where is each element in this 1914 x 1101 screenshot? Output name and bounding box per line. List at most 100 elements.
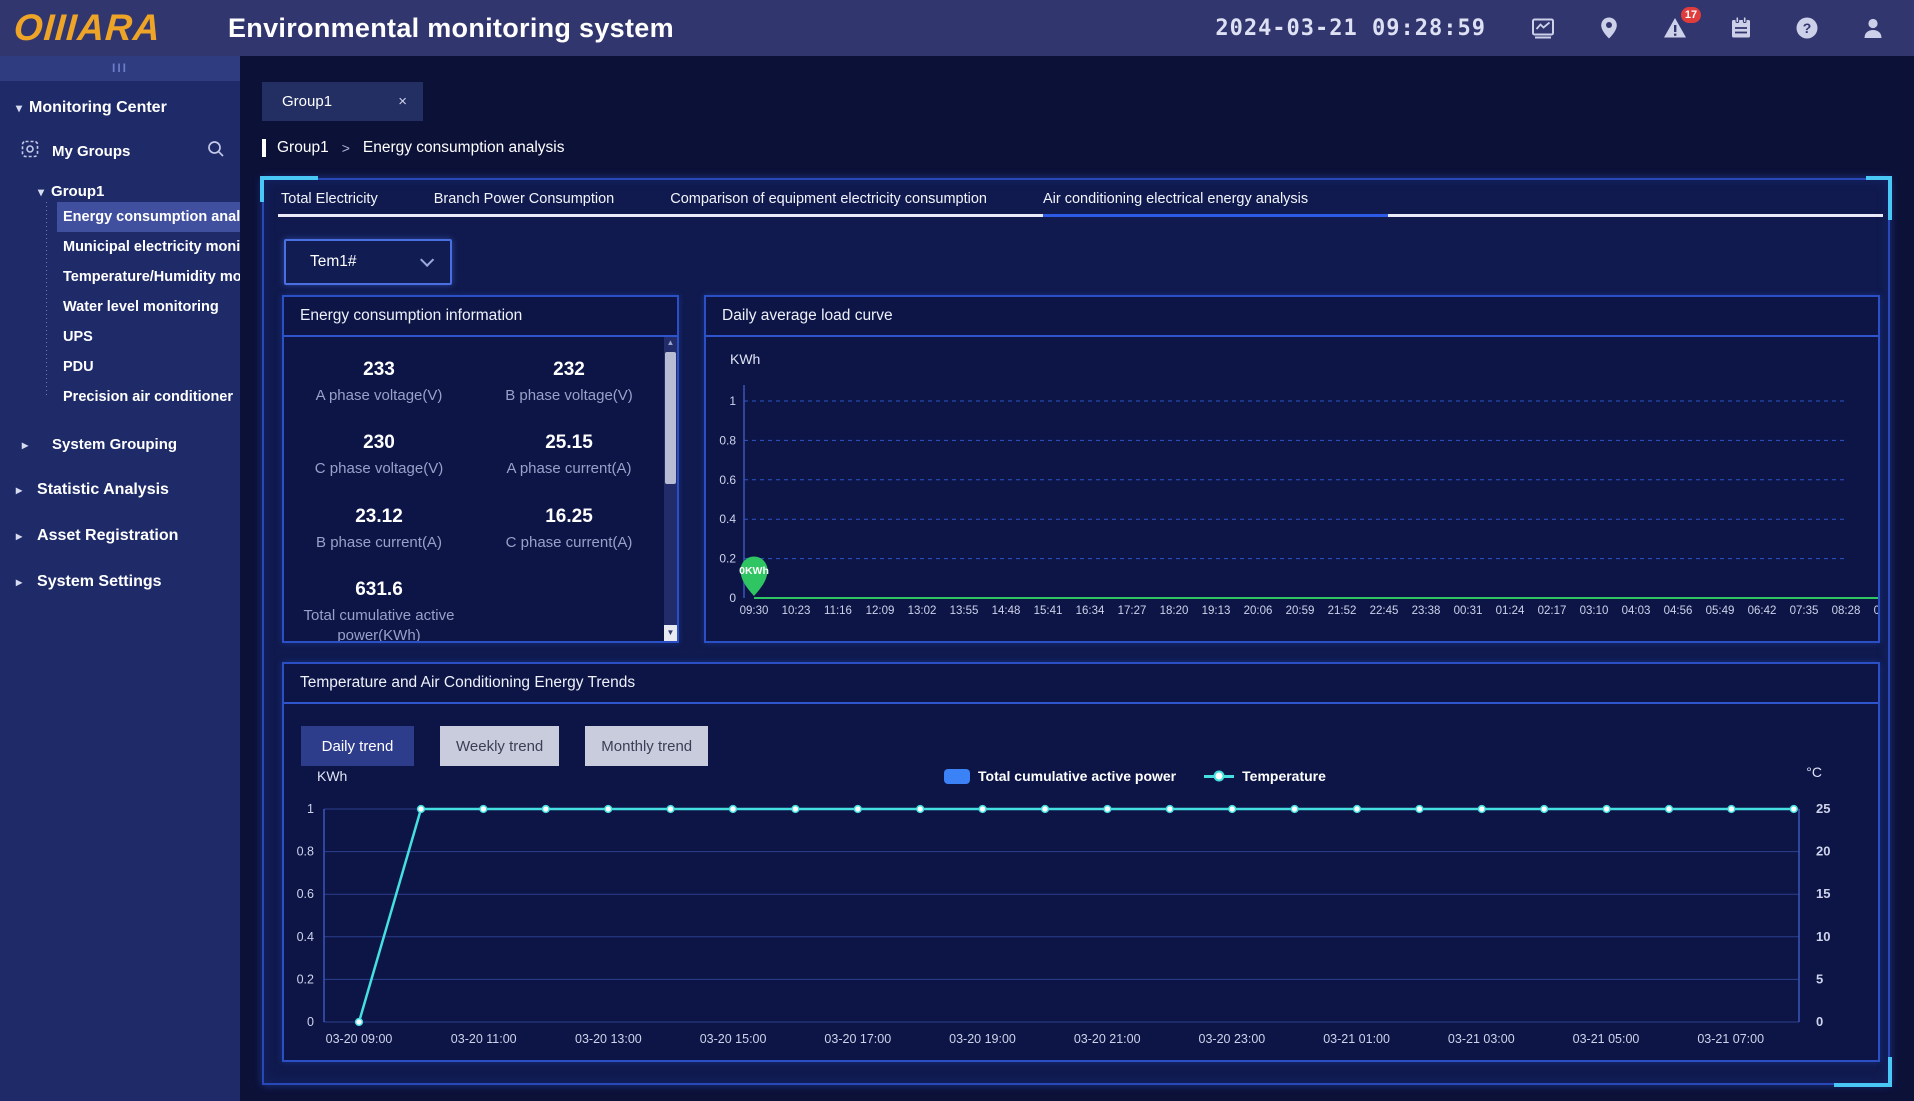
metric: 233A phase voltage(V)	[284, 359, 474, 406]
tab-branch-power-consumption[interactable]: Branch Power Consumption	[434, 180, 649, 217]
app-header: OIIIARA Environmental monitoring system …	[0, 0, 1914, 56]
legend-line-swatch	[1204, 775, 1234, 778]
sidebar-item-asset-registration[interactable]: ▸Asset Registration	[16, 527, 240, 545]
user-icon[interactable]	[1860, 15, 1886, 41]
tab-air-conditioning-electrical-energy-analysis[interactable]: Air conditioning electrical energy analy…	[1043, 180, 1342, 217]
main-container: Total Electricity Branch Power Consumptio…	[262, 178, 1890, 1085]
svg-text:21:52: 21:52	[1328, 605, 1357, 617]
svg-text:0: 0	[729, 591, 736, 605]
svg-text:1: 1	[729, 394, 736, 408]
weekly-trend-button[interactable]: Weekly trend	[440, 726, 559, 766]
sidebar-item-water-level-monitoring[interactable]: Water level monitoring	[57, 292, 240, 322]
chevron-right-icon: ▸	[16, 529, 22, 543]
svg-text:0KWh: 0KWh	[739, 565, 769, 577]
metric-label: B phase current(A)	[287, 533, 472, 553]
sidebar-item-group1[interactable]: ▾ Group1	[38, 183, 240, 200]
svg-text:11:16: 11:16	[824, 605, 852, 617]
svg-text:03-20 19:00: 03-20 19:00	[949, 1032, 1016, 1046]
sidebar-item-statistic-analysis[interactable]: ▸Statistic Analysis	[16, 481, 240, 499]
tab-comparison-of-equipment-electricity-consumption[interactable]: Comparison of equipment electricity cons…	[670, 180, 1021, 217]
svg-text:20:59: 20:59	[1286, 605, 1315, 617]
svg-text:10:23: 10:23	[782, 605, 811, 617]
sidebar-item-label: System Settings	[37, 573, 161, 591]
svg-text:03-20 13:00: 03-20 13:00	[575, 1032, 642, 1046]
tab-chip-label: Group1	[282, 93, 332, 110]
svg-text:03-20 17:00: 03-20 17:00	[824, 1032, 891, 1046]
trend-panel-title: Temperature and Air Conditioning Energy …	[284, 664, 1878, 704]
svg-text:01:24: 01:24	[1496, 605, 1525, 617]
legend-item[interactable]: Temperature	[1204, 768, 1326, 784]
calendar-icon[interactable]	[1728, 15, 1754, 41]
sidebar-item-system-settings[interactable]: ▸System Settings	[16, 573, 240, 591]
scroll-down-icon[interactable]: ▼	[664, 625, 677, 641]
svg-text:19:13: 19:13	[1202, 605, 1231, 617]
daily-trend-button[interactable]: Daily trend	[301, 726, 414, 766]
svg-text:04:56: 04:56	[1664, 605, 1693, 617]
device-select-value: Tem1#	[310, 253, 357, 271]
metric-label: C phase voltage(V)	[287, 459, 472, 479]
metric: 230C phase voltage(V)	[284, 432, 474, 479]
metric-value: 233	[284, 359, 474, 381]
svg-text:1: 1	[307, 802, 314, 816]
sidebar-item-pdu[interactable]: PDU	[57, 352, 240, 382]
sidebar-item-system-grouping[interactable]: ▸ System Grouping	[22, 436, 240, 453]
scrollbar-thumb[interactable]	[665, 352, 676, 484]
sidebar-item-municipal-electricity-monit[interactable]: Municipal electricity monit	[57, 232, 240, 262]
svg-text:03-20 15:00: 03-20 15:00	[700, 1032, 767, 1046]
left-axis-unit: KWh	[317, 768, 347, 784]
sidebar-item-energy-consumption-analy[interactable]: Energy consumption analy	[57, 202, 240, 232]
svg-text:00:31: 00:31	[1454, 605, 1483, 617]
svg-text:09:21: 09:21	[1874, 605, 1878, 617]
sidebar-item-monitoring-center[interactable]: ▾ Monitoring Center	[16, 99, 240, 117]
close-icon[interactable]: ×	[398, 93, 407, 110]
sidebar-item-precision-air-conditioner[interactable]: Precision air conditioner	[57, 382, 240, 412]
legend-dot	[1214, 771, 1225, 782]
page-title: Environmental monitoring system	[228, 13, 674, 44]
svg-text:0.6: 0.6	[297, 887, 314, 901]
svg-text:16:34: 16:34	[1076, 605, 1105, 617]
metric-value: 232	[474, 359, 664, 381]
metric-label: A phase current(A)	[477, 459, 662, 479]
trend-range-buttons: Daily trend Weekly trend Monthly trend	[301, 726, 708, 766]
sidebar-item-temperature-humidity-mo[interactable]: Temperature/Humidity mo	[57, 262, 240, 292]
monitor-icon[interactable]	[1530, 15, 1556, 41]
metric: 631.6Total cumulative active power(KWh)	[284, 579, 474, 641]
location-icon[interactable]	[1596, 15, 1622, 41]
chevron-right-icon: ▸	[22, 438, 28, 452]
legend-swatch	[944, 769, 970, 784]
alert-icon[interactable]: 17	[1662, 15, 1688, 41]
svg-text:20: 20	[1816, 844, 1830, 859]
panel-scrollbar[interactable]: ▲ ▼	[664, 337, 677, 641]
sidebar-collapse-handle[interactable]: III	[0, 56, 240, 81]
temperature-line	[359, 809, 1794, 1022]
tree-connector	[46, 202, 47, 398]
clock: 2024-03-21 09:28:59	[1215, 16, 1486, 41]
monthly-trend-button[interactable]: Monthly trend	[585, 726, 708, 766]
header-icons: 17 ?	[1530, 15, 1886, 41]
help-icon[interactable]: ?	[1794, 15, 1820, 41]
trend-chart: 00.20.40.60.81051015202503-20 09:0003-20…	[284, 794, 1878, 1060]
tab-total-electricity[interactable]: Total Electricity	[281, 180, 412, 217]
group1-label: Group1	[51, 183, 104, 200]
legend-item[interactable]: Total cumulative active power	[944, 768, 1176, 784]
my-groups-label: My Groups	[52, 143, 130, 160]
svg-text:09:30: 09:30	[740, 605, 769, 617]
svg-text:14:48: 14:48	[992, 605, 1021, 617]
metric-value: 631.6	[284, 579, 474, 601]
breadcrumb-group[interactable]: Group1	[277, 139, 329, 157]
device-select[interactable]: Tem1#	[284, 239, 452, 285]
svg-text:12:09: 12:09	[866, 605, 895, 617]
sidebar-item-ups[interactable]: UPS	[57, 322, 240, 352]
svg-text:03-20 09:00: 03-20 09:00	[326, 1032, 393, 1046]
svg-text:15:41: 15:41	[1034, 605, 1063, 617]
system-grouping-label: System Grouping	[52, 436, 177, 453]
sidebar-item-my-groups[interactable]: My Groups	[20, 139, 226, 163]
scroll-up-icon[interactable]: ▲	[664, 338, 677, 347]
search-icon[interactable]	[206, 139, 226, 163]
svg-text:03-21 05:00: 03-21 05:00	[1573, 1032, 1640, 1046]
svg-text:17:27: 17:27	[1118, 605, 1147, 617]
svg-text:5: 5	[1816, 971, 1823, 986]
svg-text:20:06: 20:06	[1244, 605, 1273, 617]
chevron-down-icon: ▾	[16, 101, 22, 115]
tab-chip-group1[interactable]: Group1 ×	[262, 82, 423, 121]
